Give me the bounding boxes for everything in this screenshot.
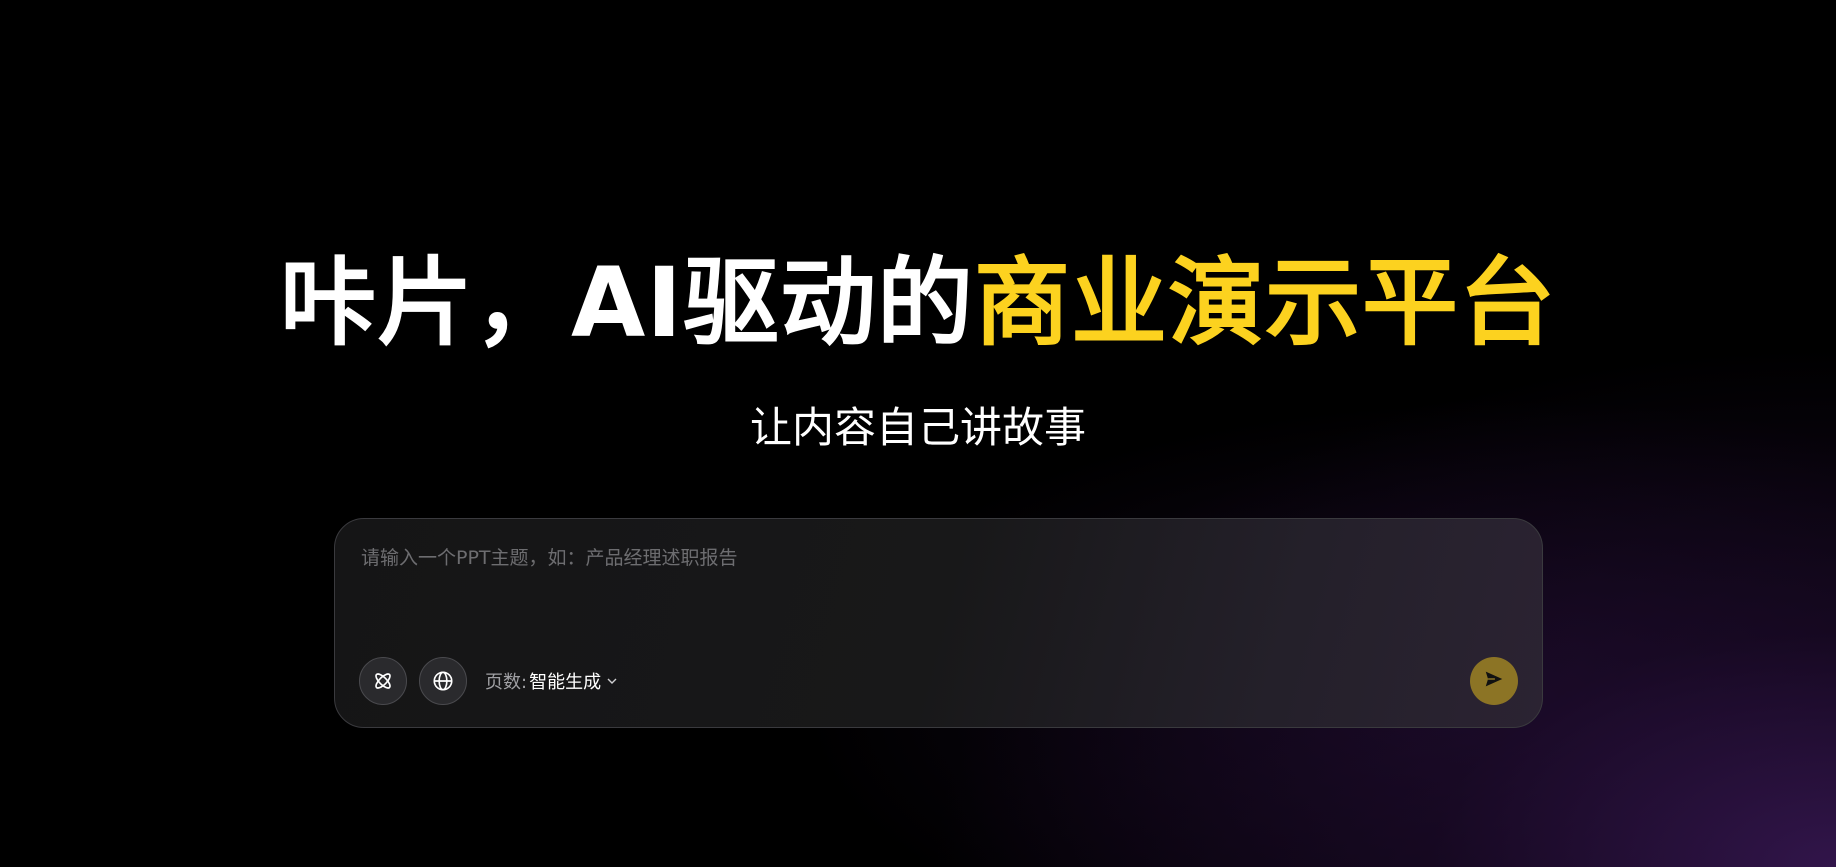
- prompt-box: 页数: 智能生成: [334, 518, 1543, 728]
- pages-select[interactable]: 页数: 智能生成: [485, 666, 618, 696]
- hero-title-accent: 商业演示平台: [974, 247, 1556, 359]
- send-button[interactable]: [1470, 657, 1518, 705]
- pages-value: 智能生成: [529, 672, 602, 693]
- chevron-down-icon: [606, 675, 618, 687]
- web-search-button[interactable]: [419, 657, 467, 705]
- atom-icon: [372, 670, 394, 692]
- send-arrow-icon: [1483, 668, 1505, 694]
- hero-title: 咔片，AI驱动的商业演示平台: [0, 248, 1836, 358]
- globe-icon: [432, 670, 454, 692]
- hero-title-main: 咔片，AI驱动的: [279, 247, 974, 359]
- hero-subtitle: 让内容自己讲故事: [749, 403, 1086, 452]
- model-button[interactable]: [359, 657, 407, 705]
- topic-input[interactable]: [361, 545, 1511, 605]
- pages-label: 页数:: [485, 672, 528, 693]
